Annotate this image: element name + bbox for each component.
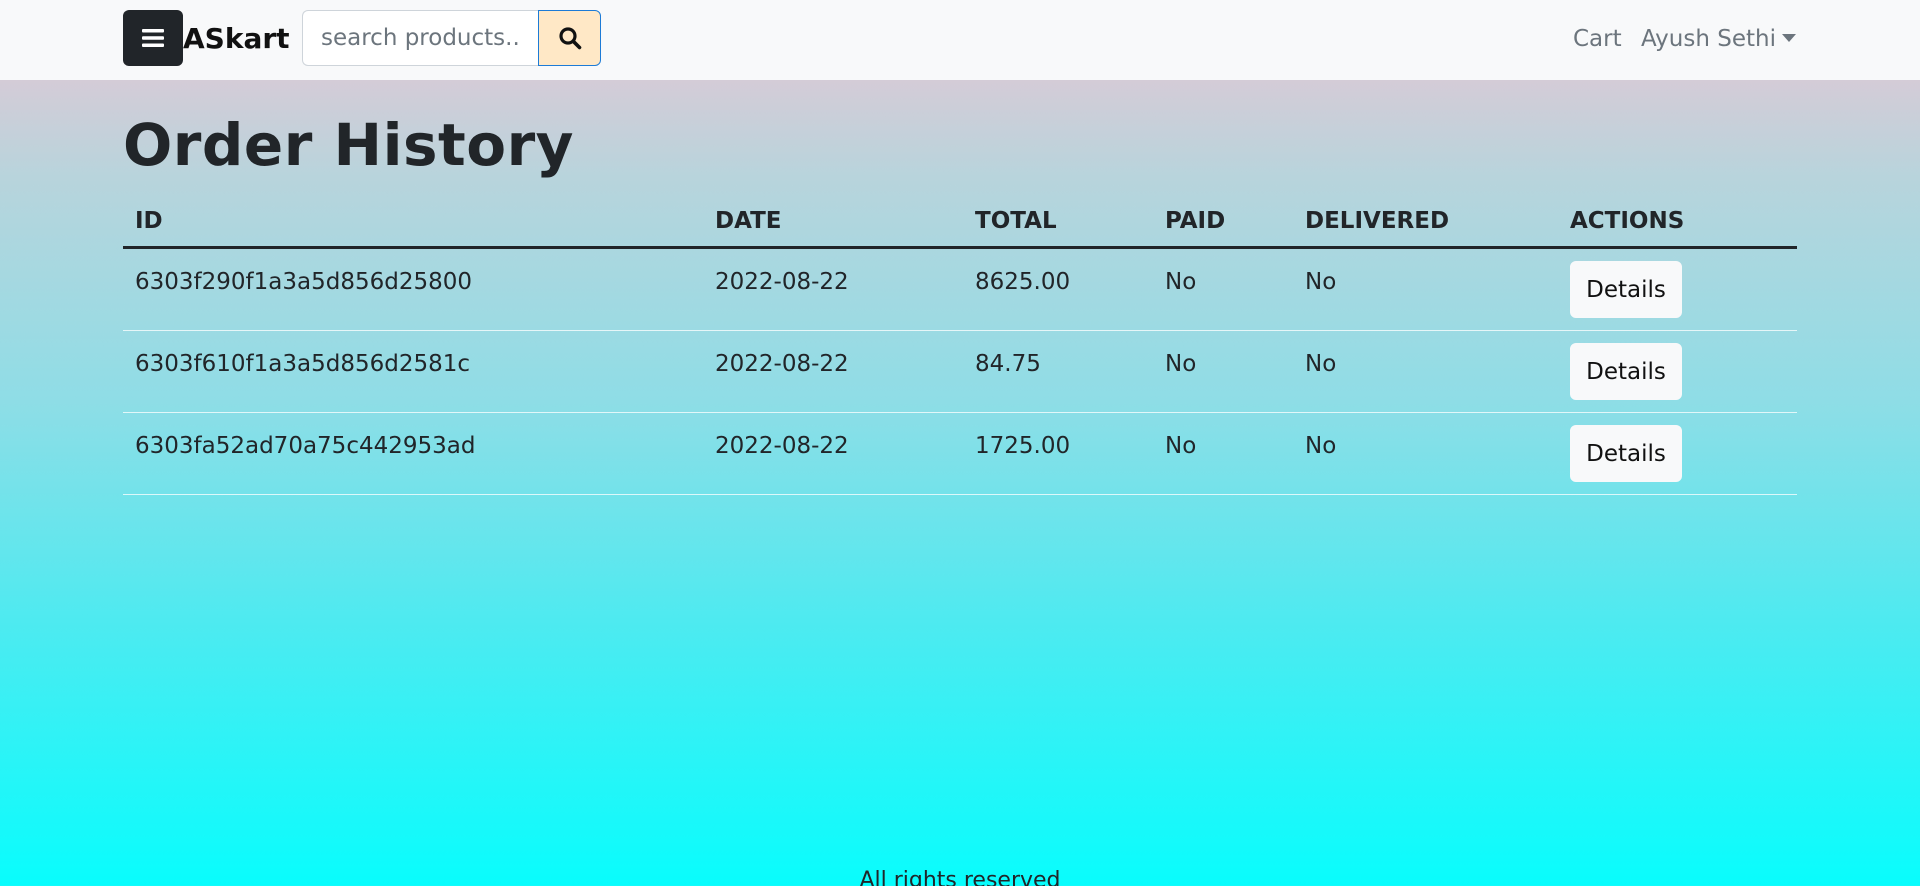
order-total: 1725.00	[975, 433, 1071, 459]
table-row: 6303f290f1a3a5d856d25800 2022-08-22 8625…	[123, 249, 1797, 331]
brand-logo[interactable]: ASkart	[183, 18, 290, 60]
order-paid: No	[1165, 269, 1197, 295]
details-button[interactable]: Details	[1570, 261, 1682, 318]
header-actions: ACTIONS	[1570, 208, 1685, 234]
table-header: ID DATE TOTAL PAID DELIVERED ACTIONS	[123, 196, 1797, 249]
table-row: 6303f610f1a3a5d856d2581c 2022-08-22 84.7…	[123, 331, 1797, 413]
order-date: 2022-08-22	[715, 269, 849, 295]
page-title: Order History	[123, 111, 574, 179]
menu-toggle-button[interactable]	[123, 10, 183, 66]
order-total: 8625.00	[975, 269, 1071, 295]
order-id: 6303f610f1a3a5d856d2581c	[135, 351, 470, 377]
order-id: 6303fa52ad70a75c442953ad	[135, 433, 476, 459]
order-history-table: ID DATE TOTAL PAID DELIVERED ACTIONS 630…	[123, 196, 1797, 495]
header-paid: PAID	[1165, 208, 1226, 234]
order-delivered: No	[1305, 351, 1337, 377]
user-menu-dropdown[interactable]: Ayush Sethi	[1641, 22, 1796, 56]
order-paid: No	[1165, 351, 1197, 377]
order-date: 2022-08-22	[715, 433, 849, 459]
header-id: ID	[135, 208, 163, 234]
order-paid: No	[1165, 433, 1197, 459]
search-input[interactable]	[302, 10, 538, 66]
header-total: TOTAL	[975, 208, 1057, 234]
caret-down-icon	[1781, 33, 1796, 42]
footer-text: All rights reserved	[859, 868, 1061, 886]
header-date: DATE	[715, 208, 782, 234]
table-row: 6303fa52ad70a75c442953ad 2022-08-22 1725…	[123, 413, 1797, 495]
search-button[interactable]	[538, 10, 601, 66]
top-navbar: ASkart Cart Ayush Sethi	[0, 0, 1920, 80]
order-date: 2022-08-22	[715, 351, 849, 377]
details-button[interactable]: Details	[1570, 425, 1682, 482]
user-name: Ayush Sethi	[1641, 26, 1776, 52]
nav-cart-link[interactable]: Cart	[1573, 22, 1622, 56]
order-total: 84.75	[975, 351, 1041, 377]
header-delivered: DELIVERED	[1305, 208, 1450, 234]
order-delivered: No	[1305, 433, 1337, 459]
order-id: 6303f290f1a3a5d856d25800	[135, 269, 472, 295]
details-button[interactable]: Details	[1570, 343, 1682, 400]
search-icon	[558, 27, 581, 50]
order-delivered: No	[1305, 269, 1337, 295]
hamburger-icon	[142, 29, 164, 47]
